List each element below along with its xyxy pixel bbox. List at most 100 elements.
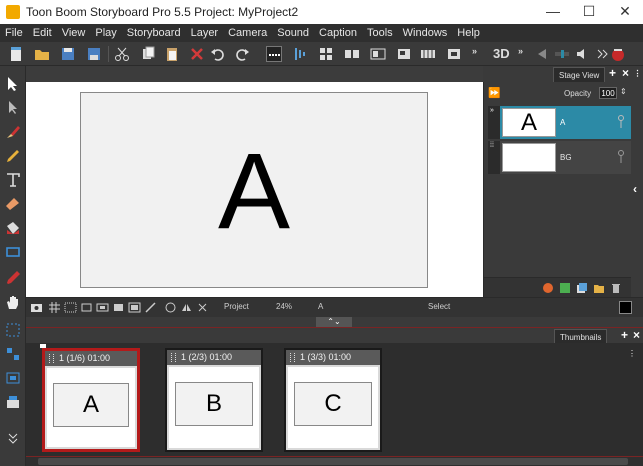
- zoom-dropdown[interactable]: 24%: [276, 302, 292, 311]
- paint-bucket-icon[interactable]: [5, 220, 21, 236]
- safe-area-icon[interactable]: [64, 301, 77, 314]
- brush-tool-icon[interactable]: [5, 124, 21, 140]
- menu-sound[interactable]: Sound: [272, 24, 314, 42]
- layer-visibility-icon[interactable]: »: [488, 106, 500, 115]
- save-icon[interactable]: [60, 46, 76, 62]
- thumbnail-view-icon[interactable]: [396, 46, 412, 62]
- layer-row-bg[interactable]: BG: [500, 141, 632, 174]
- panel-grip-icon[interactable]: [49, 354, 54, 363]
- tab-thumbnails[interactable]: Thumbnails: [554, 329, 608, 344]
- timeline-icon[interactable]: [420, 46, 436, 62]
- rotate-view-icon[interactable]: [164, 301, 177, 314]
- add-vector-layer-icon[interactable]: [542, 282, 554, 294]
- flip-view-icon[interactable]: [180, 301, 193, 314]
- maximize-button[interactable]: ☐: [571, 0, 607, 24]
- panel-layout-icon[interactable]: [344, 46, 360, 62]
- rectangle-tool-icon[interactable]: [5, 244, 21, 260]
- frame-icon[interactable]: [80, 301, 93, 314]
- dropper-tool-icon[interactable]: [5, 270, 21, 286]
- tab-stage-view[interactable]: Stage View: [553, 67, 606, 82]
- text-tool-icon[interactable]: [5, 172, 21, 188]
- toolbar-overflow-icon-2[interactable]: »: [518, 46, 534, 62]
- close-view-icon[interactable]: ×: [631, 329, 642, 342]
- thumbnails-menu-icon[interactable]: ⋮: [628, 349, 636, 359]
- menu-edit[interactable]: Edit: [28, 24, 57, 42]
- tools-overflow-icon[interactable]: [5, 430, 21, 446]
- toolbar-overflow-icon[interactable]: »: [472, 46, 488, 62]
- undo-icon[interactable]: [210, 46, 226, 62]
- menu-tools[interactable]: Tools: [362, 24, 398, 42]
- line-style-icon[interactable]: [266, 46, 282, 62]
- contour-editor-icon[interactable]: [5, 100, 21, 116]
- save-as-icon[interactable]: [86, 46, 102, 62]
- onion-skin-icon[interactable]: [112, 301, 125, 314]
- layer-visibility-icon[interactable]: ⁞⁞: [488, 141, 500, 150]
- add-view-icon[interactable]: +: [619, 329, 630, 342]
- record-icon[interactable]: [610, 46, 630, 62]
- new-project-icon[interactable]: [8, 46, 24, 62]
- grid-icon[interactable]: [48, 301, 61, 314]
- minimize-button[interactable]: —: [535, 0, 571, 24]
- eraser-tool-icon[interactable]: [5, 196, 21, 212]
- playhead-icon[interactable]: [554, 46, 570, 62]
- delete-layer-icon[interactable]: [610, 282, 622, 294]
- panel-thumbnail-2[interactable]: 1 (2/3) 01:00 B: [165, 348, 263, 452]
- light-table-icon[interactable]: [128, 301, 141, 314]
- redo-icon[interactable]: [234, 46, 250, 62]
- menu-windows[interactable]: Windows: [398, 24, 453, 42]
- menu-camera[interactable]: Camera: [223, 24, 272, 42]
- menu-help[interactable]: Help: [452, 24, 485, 42]
- camera-tool-icon[interactable]: [5, 370, 21, 386]
- layer-folder-icon[interactable]: [593, 282, 605, 294]
- field-chart-icon[interactable]: [96, 301, 109, 314]
- view-mode-dropdown[interactable]: Project: [224, 302, 249, 311]
- cut-icon[interactable]: [114, 46, 130, 62]
- paste-icon[interactable]: [164, 46, 180, 62]
- menu-view[interactable]: View: [57, 24, 91, 42]
- copy-icon[interactable]: [140, 46, 156, 62]
- expand-layers-icon[interactable]: ⏩: [488, 88, 500, 99]
- layer-handle-a[interactable]: »: [488, 106, 500, 139]
- layer-lock-icon[interactable]: [616, 149, 626, 165]
- menu-storyboard[interactable]: Storyboard: [122, 24, 186, 42]
- open-folder-icon[interactable]: [34, 46, 50, 62]
- split-view-icon[interactable]: [370, 46, 386, 62]
- close-button[interactable]: ✕: [607, 0, 643, 24]
- view-menu-icon[interactable]: ⋮: [632, 67, 643, 80]
- splitter-handle-icon[interactable]: ⌃⌄: [316, 317, 352, 327]
- play-back-icon[interactable]: [534, 46, 550, 62]
- add-bitmap-layer-icon[interactable]: [559, 282, 571, 294]
- transform-tool-icon[interactable]: [5, 346, 21, 362]
- hand-tool-icon[interactable]: [5, 294, 21, 310]
- panel-grip-icon[interactable]: [290, 353, 295, 362]
- menu-play[interactable]: Play: [90, 24, 121, 42]
- pencil-tool-icon[interactable]: [5, 148, 21, 164]
- select-tool-icon[interactable]: [5, 76, 21, 92]
- collapse-arrow-icon[interactable]: ‹: [633, 182, 637, 196]
- camera-mask-icon[interactable]: [30, 301, 43, 314]
- opacity-field[interactable]: 100: [599, 87, 617, 99]
- duplicate-layer-icon[interactable]: [576, 282, 588, 294]
- panel-thumbnail-1[interactable]: 1 (1/6) 01:00 A: [42, 348, 140, 452]
- close-view-icon[interactable]: ×: [620, 67, 631, 80]
- layer-row-a[interactable]: A A: [500, 106, 632, 139]
- panel-grip-icon[interactable]: [171, 353, 176, 362]
- reset-view-icon[interactable]: [196, 301, 209, 314]
- add-view-icon[interactable]: +: [607, 67, 618, 80]
- panel-select-icon[interactable]: [5, 322, 21, 338]
- audio-clip-icon[interactable]: [292, 46, 308, 62]
- stage-view[interactable]: A: [26, 82, 483, 297]
- horizontal-scrollbar[interactable]: [26, 457, 643, 466]
- delete-icon[interactable]: [189, 46, 205, 62]
- view-splitter[interactable]: ⌃⌄: [26, 317, 643, 327]
- camera-view-icon[interactable]: [446, 46, 462, 62]
- pen-pressure-icon[interactable]: [144, 301, 157, 314]
- toolbar-overflow-icon-3[interactable]: [594, 46, 610, 62]
- scrollbar-thumb[interactable]: [38, 458, 628, 465]
- menu-caption[interactable]: Caption: [314, 24, 362, 42]
- panel-thumbnail-3[interactable]: 1 (3/3) 01:00 C: [284, 348, 382, 452]
- grid-view-icon[interactable]: [318, 46, 334, 62]
- sound-icon[interactable]: [575, 46, 591, 62]
- menu-file[interactable]: File: [0, 24, 28, 42]
- reposition-tool-icon[interactable]: [5, 394, 21, 410]
